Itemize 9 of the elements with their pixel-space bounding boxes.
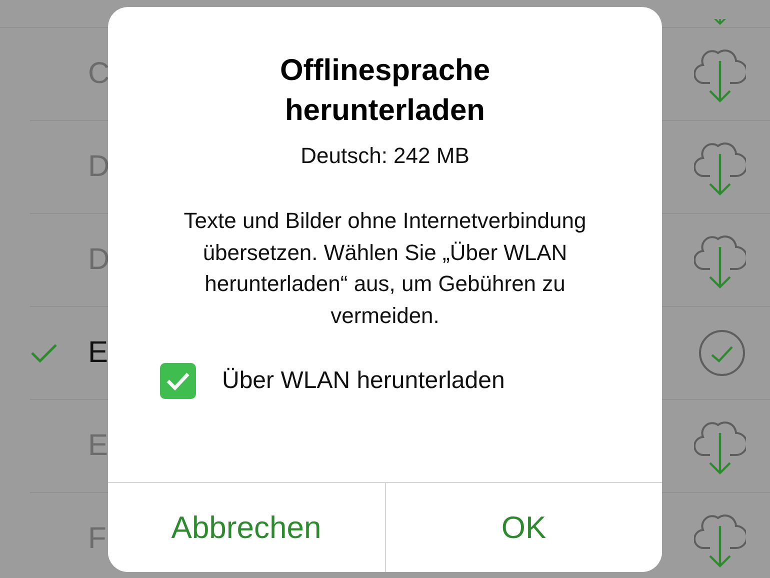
checkbox-label: Über WLAN herunterladen: [222, 367, 505, 395]
ok-button[interactable]: OK: [384, 483, 662, 572]
checkmark-icon: [165, 371, 191, 391]
dialog-title: Offlinesprache herunterladen: [278, 53, 492, 129]
download-size: Deutsch: 242 MB: [300, 143, 470, 169]
check-icon: [30, 342, 58, 364]
wlan-checkbox[interactable]: [160, 363, 196, 399]
language-name: E: [88, 336, 108, 370]
dialog-message: Texte und Bilder ohne Internetverbindung übersetzen. Wählen Sie „Über WLAN herunterladen“ aus, um Gebühren zu vermeiden.: [182, 207, 588, 330]
